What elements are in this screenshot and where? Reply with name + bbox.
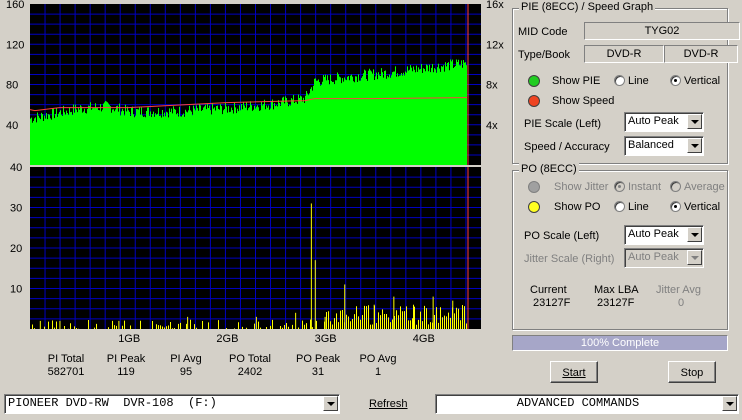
pie-y-tick: 160 (6, 0, 24, 11)
po-line-label[interactable]: Line (628, 201, 649, 213)
pie-scale-value: Auto Peak (628, 115, 679, 127)
stat-label: PO Peak (295, 353, 341, 365)
stat-label: PI Peak (106, 353, 146, 365)
mid-code-label: MID Code (518, 26, 568, 38)
stat-value: 1 (374, 366, 382, 378)
stat-value: 31 (311, 366, 325, 378)
po-group-title: PO (8ECC) (519, 163, 579, 175)
max-lba-value: 23127F (597, 297, 635, 309)
chevron-down-icon[interactable] (687, 227, 702, 242)
show-pie-label[interactable]: Show PIE (552, 75, 600, 87)
jitter-average-radio (670, 181, 681, 192)
pie-scale-label: PIE Scale (Left) (524, 118, 602, 130)
pie-line-radio[interactable] (614, 75, 625, 86)
jitter-instant-radio (614, 181, 625, 192)
x-tick: 1GB (118, 333, 140, 345)
stat-value: 119 (117, 366, 135, 378)
mid-code-value: TYG02 (584, 22, 740, 40)
po-scale-value: Auto Peak (628, 228, 679, 240)
refresh-link[interactable]: Refresh (369, 398, 408, 410)
po-y-tick: 20 (10, 243, 22, 255)
pie-vertical-label[interactable]: Vertical (684, 75, 720, 87)
stat-label: PO Total (229, 353, 271, 365)
x-tick: 4GB (413, 333, 435, 345)
po-vertical-radio[interactable] (670, 201, 681, 212)
pie-speed-chart: 160 120 80 40 16x 12x 8x 4x (6, 0, 504, 165)
chevron-down-icon[interactable] (687, 138, 702, 153)
speed-accuracy-select[interactable]: Balanced (624, 136, 704, 156)
stat-po-avg: PO Avg 1 (350, 353, 406, 379)
type-value: DVD-R (584, 45, 664, 63)
stat-value: 582701 (47, 366, 85, 378)
stop-button[interactable]: Stop (668, 361, 716, 383)
po-y-tick: 10 (10, 284, 22, 296)
speed-y-tick: 12x (486, 39, 504, 51)
drive-select[interactable]: PIONEER DVD-RW DVR-108 (F:) (4, 394, 340, 414)
chevron-down-icon[interactable] (687, 114, 702, 129)
pie-line-label[interactable]: Line (628, 75, 649, 87)
po-vertical-label[interactable]: Vertical (684, 201, 720, 213)
speed-y-tick: 4x (486, 120, 498, 132)
po-scale-label: PO Scale (Left) (524, 230, 600, 242)
show-jitter-label: Show Jitter (554, 181, 609, 193)
pie-y-tick: 80 (6, 80, 18, 92)
stat-value: 2402 (237, 366, 263, 378)
pie-y-tick: 120 (6, 39, 24, 51)
po-y-tick: 30 (10, 203, 22, 215)
commands-select-value: ADVANCED COMMANDS (516, 396, 640, 410)
po-line-radio[interactable] (614, 201, 625, 212)
jitter-scale-label: Jitter Scale (Right) (524, 253, 615, 265)
instant-label: Instant (628, 181, 662, 193)
po-y-tick: 40 (10, 162, 22, 174)
speed-color-icon[interactable] (528, 95, 540, 107)
jitter-avg-label: Jitter Avg (656, 284, 702, 296)
progress-bar: 100% Complete (512, 335, 728, 351)
stat-label: PI Avg (170, 353, 202, 365)
average-label: Average (684, 181, 725, 193)
book-value: DVD-R (664, 45, 738, 63)
stat-label: PI Total (47, 353, 85, 365)
po-chart: 40 30 20 10 1GB 2GB 3GB 4GB (10, 162, 481, 345)
pie-color-icon[interactable] (528, 75, 540, 87)
stat-pi-avg: PI Avg 95 (158, 353, 214, 379)
current-value: 23127F (533, 297, 571, 309)
po-scale-select[interactable]: Auto Peak (624, 225, 704, 245)
stat-pi-total: PI Total 582701 (38, 353, 94, 379)
start-button[interactable]: Start (550, 361, 598, 383)
drive-select-value: PIONEER DVD-RW DVR-108 (F:) (8, 396, 217, 410)
stat-po-total: PO Total 2402 (222, 353, 278, 379)
type-book-label: Type/Book (518, 49, 570, 61)
pie-y-tick: 40 (6, 120, 18, 132)
stat-label: PO Avg (359, 353, 397, 365)
stat-po-peak: PO Peak 31 (290, 353, 346, 379)
speed-accuracy-value: Balanced (628, 139, 674, 151)
jitter-avg-value: 0 (678, 297, 685, 309)
max-lba-label: Max LBA (594, 284, 639, 296)
x-tick: 3GB (315, 333, 337, 345)
po-color-icon[interactable] (528, 201, 540, 213)
chevron-down-icon (687, 250, 702, 265)
chevron-down-icon[interactable] (323, 396, 338, 411)
stop-button-label: Stop (680, 367, 704, 379)
stat-pi-peak: PI Peak 119 (98, 353, 154, 379)
chevron-down-icon[interactable] (722, 396, 737, 411)
current-label: Current (530, 284, 567, 296)
commands-select[interactable]: ADVANCED COMMANDS (435, 394, 739, 414)
progress-text: 100% Complete (580, 337, 660, 349)
show-po-label[interactable]: Show PO (554, 201, 600, 213)
start-button-label: Start (562, 367, 586, 379)
show-speed-label[interactable]: Show Speed (552, 95, 614, 107)
jitter-scale-value: Auto Peak (628, 251, 679, 263)
pie-vertical-radio[interactable] (670, 75, 681, 86)
charts-area: 160 120 80 40 16x 12x 8x 4x 40 30 20 10 1GB 2GB 3GB 4G… (6, 0, 504, 345)
speed-accuracy-label: Speed / Accuracy (524, 141, 610, 153)
jitter-scale-select: Auto Peak (624, 248, 704, 268)
jitter-color-icon (528, 181, 540, 193)
stat-value: 95 (179, 366, 193, 378)
speed-y-tick: 16x (486, 0, 504, 11)
pie-scale-select[interactable]: Auto Peak (624, 112, 704, 132)
pie-group-title: PIE (8ECC) / Speed Graph (519, 1, 656, 13)
speed-y-tick: 8x (486, 80, 498, 92)
x-tick: 2GB (216, 333, 238, 345)
